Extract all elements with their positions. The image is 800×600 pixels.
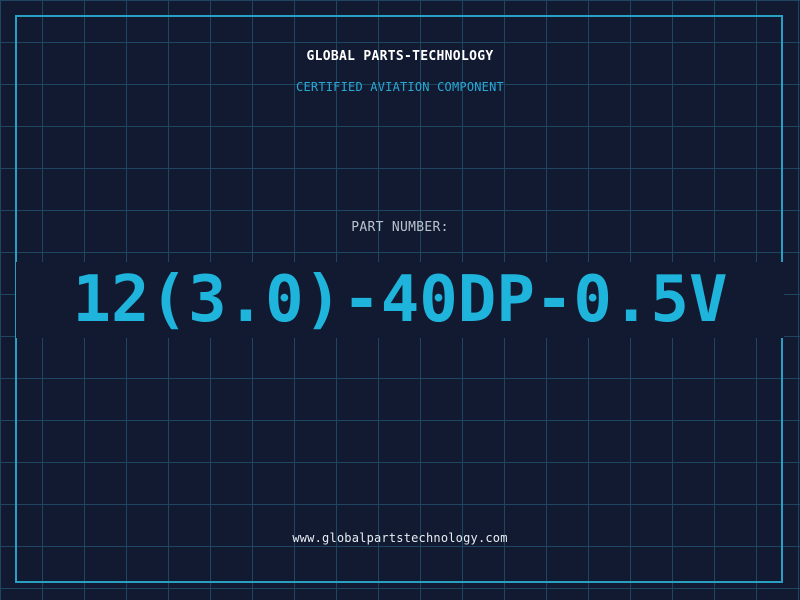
part-number-value: 12(3.0)-40DP-0.5V (72, 263, 728, 337)
company-name: GLOBAL PARTS-TECHNOLOGY (306, 49, 494, 64)
page: GLOBAL PARTS-TECHNOLOGY CERTIFIED AVIATI… (0, 0, 800, 600)
certification-subtitle: CERTIFIED AVIATION COMPONENT (296, 80, 504, 94)
part-number-label: PART NUMBER: (351, 220, 449, 235)
website-url: www.globalpartstechnology.com (292, 531, 508, 545)
